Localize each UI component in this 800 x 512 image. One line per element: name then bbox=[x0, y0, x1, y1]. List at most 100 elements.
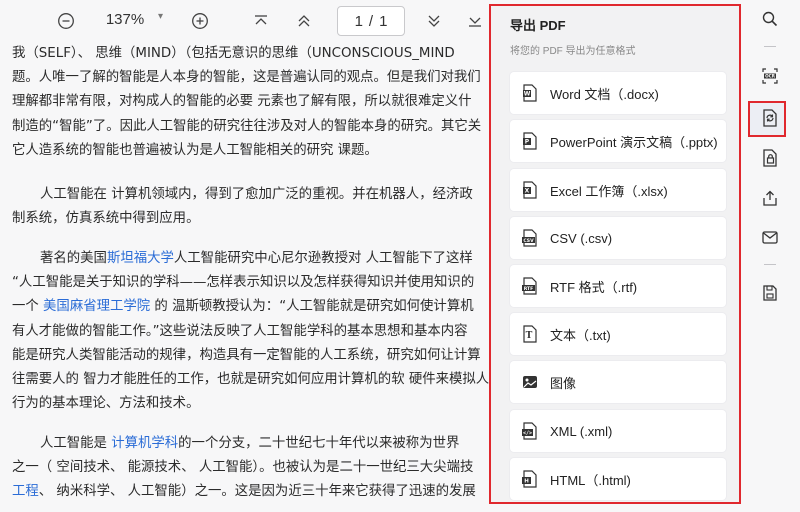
panel-subtitle: 将您的 PDF 导出为任意格式 bbox=[510, 46, 636, 57]
link-mit[interactable]: 美国麻省理工学院 bbox=[43, 299, 150, 314]
option-label: 图像 bbox=[550, 375, 577, 391]
next-page-button[interactable] bbox=[421, 8, 447, 34]
text-line: 往需要人的 智力才能胜任的工作，也就是研究如何应用计算机的软 硬件来模拟人 bbox=[12, 371, 490, 387]
option-label: RTF 格式（.rtf) bbox=[550, 279, 638, 295]
sidebar-divider bbox=[764, 264, 776, 265]
svg-text:</>: </> bbox=[523, 431, 532, 437]
export-xml-button[interactable]: </> XML (.xml) bbox=[510, 410, 726, 452]
export-csv-button[interactable]: CSV CSV (.csv) bbox=[510, 217, 726, 259]
svg-text:P: P bbox=[525, 139, 530, 146]
text-span: 人工智能是 bbox=[40, 436, 112, 451]
caret-down-icon[interactable]: ▾ bbox=[158, 11, 163, 22]
last-page-button[interactable] bbox=[462, 8, 488, 34]
convert-icon bbox=[763, 109, 777, 127]
document-view[interactable]: 我（SELF）、 思维（MIND）（包括无意识的思维（UNCONSCIOUS_M… bbox=[0, 42, 490, 512]
sidebar-divider bbox=[764, 46, 776, 47]
protect-icon bbox=[763, 149, 777, 167]
link-engineering[interactable]: 工程 bbox=[12, 484, 39, 499]
convert-button[interactable] bbox=[757, 105, 783, 131]
text-line: 我（SELF）、 思维（MIND）（包括无意识的思维（UNCONSCIOUS_M… bbox=[12, 46, 455, 61]
svg-text:RTF: RTF bbox=[524, 286, 534, 292]
text-line: 行为的基本理论、方法和技术。 bbox=[12, 396, 200, 412]
export-excel-button[interactable]: X Excel 工作簿（.xlsx) bbox=[510, 169, 726, 211]
first-page-button[interactable] bbox=[248, 8, 274, 34]
option-label: Word 文档（.docx) bbox=[550, 86, 659, 102]
export-html-button[interactable]: H HTML（.html) bbox=[510, 458, 726, 500]
text-line: 一个 美国麻省理工学院 的 温斯顿教授认为：“人工智能就是研究如何使计算机 bbox=[12, 295, 489, 319]
ocr-button[interactable]: OCR bbox=[757, 63, 783, 89]
export-word-button[interactable]: W Word 文档（.docx) bbox=[510, 72, 726, 114]
text-line: 人工智能在 计算机领域内，得到了愈加广泛的重视。并在机器人，经济政 bbox=[40, 187, 473, 202]
svg-text:T: T bbox=[526, 331, 533, 341]
link-stanford[interactable]: 斯坦福大学 bbox=[107, 251, 174, 266]
text-line: 理解都非常有限，对构成人的智能的必要 元素也了解有限，所以就很难定义什 bbox=[12, 94, 472, 110]
svg-text:X: X bbox=[525, 188, 530, 195]
total-pages: 1 bbox=[379, 12, 388, 30]
plus-circle-icon bbox=[192, 13, 208, 29]
option-label: HTML（.html) bbox=[550, 472, 631, 488]
search-icon bbox=[762, 11, 778, 27]
text-span: 著名的美国 bbox=[40, 251, 107, 266]
option-label: PowerPoint 演示文稿（.pptx) bbox=[550, 134, 718, 150]
top-toolbar: 137% ▾ 1 / 1 bbox=[0, 0, 490, 42]
ocr-label: OCR bbox=[765, 74, 776, 79]
option-label: 文本（.txt) bbox=[550, 327, 611, 343]
zoom-level[interactable]: 137% bbox=[100, 11, 150, 28]
csv-file-icon: CSV bbox=[510, 229, 550, 247]
option-label: XML (.xml) bbox=[550, 423, 613, 439]
image-icon bbox=[510, 373, 550, 391]
save-button[interactable] bbox=[757, 280, 783, 306]
excel-file-icon: X bbox=[510, 181, 550, 199]
page-separator: / bbox=[368, 12, 374, 30]
zoom-out-button[interactable] bbox=[53, 8, 79, 34]
text-line: 之一（ 空间技术、 能源技术、 人工智能）。也被认为是二十一世纪三大尖端技 bbox=[12, 460, 474, 476]
paragraph: 著名的美国斯坦福大学人工智能研究中心尼尔逊教授对 人工智能下了这样 “人工智能是… bbox=[12, 247, 489, 416]
text-span: 的一个分支，二十世纪七十年代以来被称为世界 bbox=[178, 436, 460, 451]
export-powerpoint-button[interactable]: P PowerPoint 演示文稿（.pptx) bbox=[510, 120, 726, 162]
last-page-icon bbox=[469, 17, 481, 27]
powerpoint-file-icon: P bbox=[510, 132, 550, 150]
export-image-button[interactable]: 图像 bbox=[510, 361, 726, 403]
email-icon bbox=[762, 231, 778, 244]
ocr-icon: OCR bbox=[762, 68, 778, 84]
svg-text:CSV: CSV bbox=[523, 238, 534, 244]
text-span: 、 纳米科学、 人工智能）之一。这是因为近三十年来它获得了迅速的发展 bbox=[38, 484, 476, 500]
text-line: 人工智能是 计算机学科的一个分支，二十世纪七十年代以来被称为世界 bbox=[12, 432, 476, 456]
text-span: 一个 bbox=[12, 299, 44, 315]
chevron-up-icon bbox=[298, 15, 310, 27]
previous-page-button[interactable] bbox=[291, 8, 317, 34]
link-computer-science[interactable]: 计算机学科 bbox=[111, 436, 178, 451]
export-pdf-panel: 导出 PDF 将您的 PDF 导出为任意格式 W Word 文档（.docx) … bbox=[489, 4, 741, 504]
current-page: 1 bbox=[354, 12, 363, 30]
zoom-in-button[interactable] bbox=[187, 8, 213, 34]
export-text-button[interactable]: T 文本（.txt) bbox=[510, 313, 726, 355]
paragraph: 人工智能在 计算机领域内，得到了愈加广泛的重视。并在机器人，经济政 制系统，仿真… bbox=[12, 183, 473, 231]
search-button[interactable] bbox=[757, 6, 783, 32]
html-file-icon: H bbox=[510, 470, 550, 488]
minus-circle-icon bbox=[58, 13, 74, 29]
option-label: Excel 工作簿（.xlsx) bbox=[550, 183, 668, 199]
text-line: “人工智能是关于知识的学科——怎样表示知识以及怎样获得知识并使用知识的 bbox=[12, 275, 475, 291]
email-button[interactable] bbox=[757, 224, 783, 250]
text-line: 制造的“智能”了。因此人工智能的研究往往涉及对人的智能本身的研究。其它关 bbox=[12, 118, 482, 134]
word-file-icon: W bbox=[510, 84, 550, 102]
text-line: 制系统，仿真系统中得到应用。 bbox=[12, 211, 200, 227]
page-number-field[interactable]: 1 / 1 bbox=[337, 6, 405, 36]
text-span: 的 温斯顿教授认为：“人工智能就是研究如何使计算机 bbox=[150, 299, 474, 315]
share-icon bbox=[763, 190, 777, 206]
svg-text:W: W bbox=[524, 91, 531, 98]
panel-title: 导出 PDF bbox=[510, 18, 566, 33]
text-line: 题。人唯一了解的智能是人本身的智能，这是普遍认同的观点。但是我们对我们 bbox=[12, 70, 481, 86]
text-line: 有人才能做的智能工作。”这些说法反映了人工智能学科的基本思想和基本内容 bbox=[12, 323, 468, 339]
text-file-icon: T bbox=[510, 325, 550, 343]
chevron-down-icon bbox=[428, 15, 440, 27]
right-sidebar: OCR bbox=[748, 0, 800, 512]
save-icon bbox=[763, 285, 777, 301]
export-rtf-button[interactable]: RTF RTF 格式（.rtf) bbox=[510, 265, 726, 307]
share-button[interactable] bbox=[757, 185, 783, 211]
text-line: 它人造系统的智能也普遍被认为是人工智能相关的研究 课题。 bbox=[12, 142, 378, 158]
paragraph: 人工智能是 计算机学科的一个分支，二十世纪七十年代以来被称为世界 之一（ 空间技… bbox=[12, 432, 476, 505]
text-span: 人工智能研究中心尼尔逊教授对 人工智能下了这样 bbox=[173, 251, 473, 266]
paragraph: 我（SELF）、 思维（MIND）（包括无意识的思维（UNCONSCIOUS_M… bbox=[12, 42, 481, 163]
protect-button[interactable] bbox=[757, 145, 783, 171]
